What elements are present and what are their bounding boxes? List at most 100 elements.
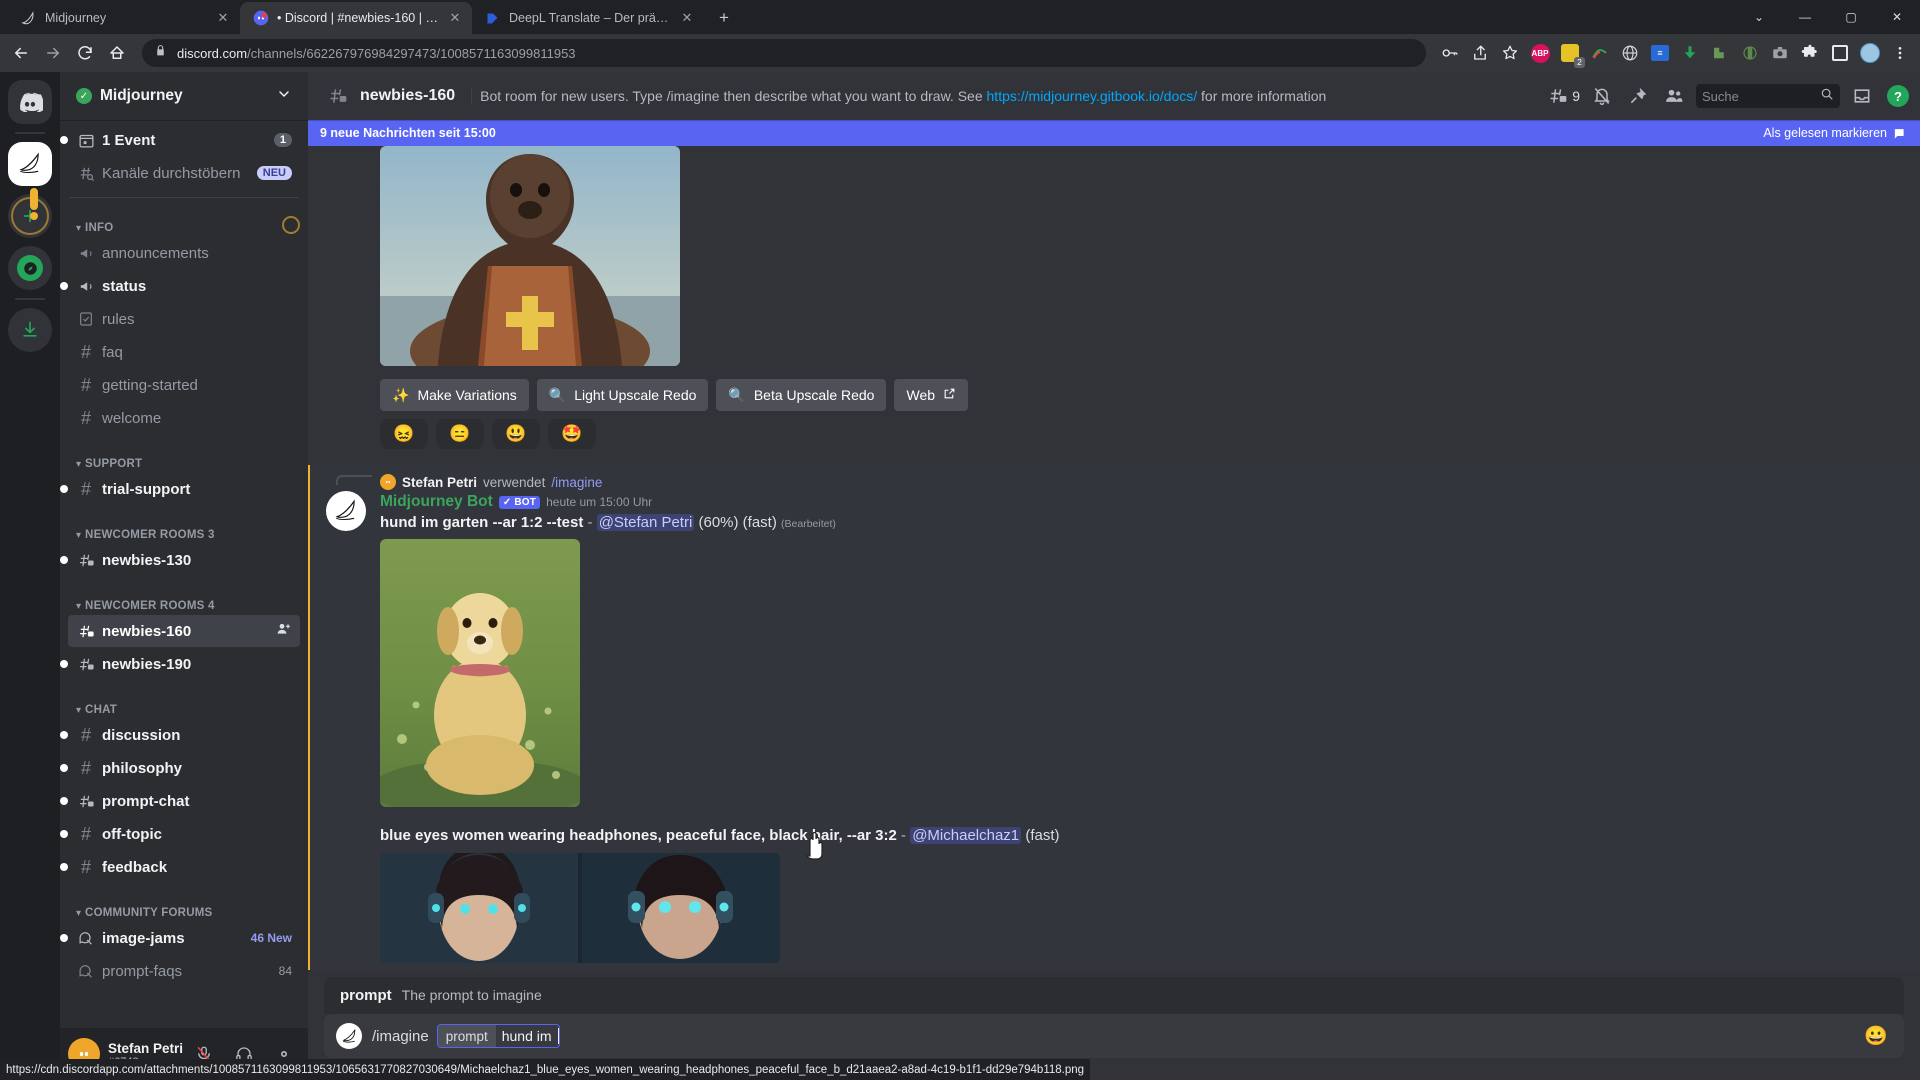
message-attachment[interactable] [380,146,680,366]
reaction-1[interactable]: 😑 [436,419,484,449]
close-icon[interactable]: ✕ [446,9,464,27]
sidebar-icon[interactable] [1826,39,1854,67]
sidebar-item-events[interactable]: 1 Event 1 [60,124,300,156]
mention[interactable]: @Michaelchaz1 [910,827,1022,845]
browser-tab-midjourney[interactable]: Midjourney ✕ [8,2,240,34]
notes-icon[interactable]: 2 [1556,39,1585,68]
pinned-messages-icon[interactable] [1624,82,1652,110]
reaction-0[interactable]: 😖 [380,419,428,449]
download-apps-button[interactable] [8,308,52,352]
command-argument[interactable]: prompt hund im [436,1024,560,1048]
chevron-down-icon[interactable] [276,86,292,107]
reference-command[interactable]: /imagine [551,475,602,490]
category-newcomer-rooms-4[interactable]: ▾ NEWCOMER ROOMS 4 [60,586,308,614]
mention[interactable]: @Stefan Petri [596,514,695,531]
download-green-icon[interactable] [1676,39,1704,67]
threads-icon[interactable]: 9 [1548,82,1580,110]
notifications-off-icon[interactable] [1588,82,1616,110]
member-list-icon[interactable] [1660,82,1688,110]
sidebar-item-prompt-chat[interactable]: prompt-chat [60,785,300,817]
puzzle-extensions-icon[interactable] [1796,39,1824,67]
close-icon[interactable]: ✕ [214,9,232,27]
bookmark-star-icon[interactable] [1496,39,1524,67]
close-icon[interactable]: ✕ [678,9,696,27]
sidebar-item-rules[interactable]: rules [68,303,300,335]
make-variations-button[interactable]: ✨ Make Variations [380,379,529,411]
dictionary-icon[interactable]: ≡ [1646,39,1674,67]
sidebar-item-discussion[interactable]: # discussion [60,719,300,751]
mark-as-read-button[interactable]: Als gelesen markieren [1763,126,1908,141]
message-attachment[interactable] [380,852,780,963]
sidebar-item-newbies-130[interactable]: newbies-130 [60,544,300,576]
category-chat[interactable]: ▾ CHAT [60,690,308,718]
light-upscale-redo-button[interactable]: 🔍 Light Upscale Redo [536,379,709,411]
sidebar-item-newbies-160[interactable]: newbies-160 [68,615,300,647]
web-button[interactable]: Web [894,379,969,411]
forward-icon[interactable] [38,38,68,68]
sidebar-item-announcements[interactable]: announcements [68,237,300,269]
share-icon[interactable] [1466,39,1494,67]
avatar[interactable] [326,491,366,531]
sidebar-item-prompt-faqs[interactable]: prompt-faqs 84 [68,955,300,987]
category-community-forums[interactable]: ▾ COMMUNITY FORUMS [60,893,308,921]
category-support[interactable]: ▾ SUPPORT [60,444,308,472]
sidebar-item-faq[interactable]: # faq [68,336,300,368]
search-input[interactable]: Suche [1696,84,1840,108]
screenshot-icon[interactable] [1766,39,1794,67]
adblock-icon[interactable]: ABP [1526,39,1554,67]
home-discord-button[interactable] [8,80,52,124]
category-newcomer-rooms-3[interactable]: ▾ NEWCOMER ROOMS 3 [60,515,308,543]
add-server-button[interactable] [8,188,52,238]
pocket-icon[interactable] [1706,39,1734,67]
message-input[interactable]: /imagine prompt hund im 😀 [324,1014,1904,1058]
help-icon[interactable]: ? [1884,82,1912,110]
minimize-icon[interactable]: — [1782,0,1828,34]
category-info[interactable]: ▾ INFO [60,208,308,236]
close-window-icon[interactable]: ✕ [1874,0,1920,34]
sidebar-item-browse-channels[interactable]: Kanäle durchstöbern NEU [68,157,300,189]
chrome-menu-icon[interactable] [1886,39,1914,67]
profile-avatar[interactable] [1856,39,1884,67]
sidebar-item-newbies-190[interactable]: newbies-190 [60,648,300,680]
category-label: NEWCOMER ROOMS 3 [85,529,215,541]
new-tab-button[interactable]: + [710,4,738,32]
reaction-2[interactable]: 😃 [492,419,540,449]
sidebar-item-getting-started[interactable]: # getting-started [68,369,300,401]
message-reference[interactable]: Stefan Petri verwendet /imagine [380,471,1872,493]
globe-icon[interactable] [1616,39,1644,67]
sidebar-item-philosophy[interactable]: # philosophy [60,752,300,784]
add-member-icon[interactable] [276,621,292,642]
colorpicker-icon[interactable] [1586,39,1614,67]
key-icon[interactable] [1436,39,1464,67]
topic-link[interactable]: https://midjourney.gitbook.io/docs/ [987,88,1198,104]
server-icon-midjourney[interactable] [8,142,52,186]
back-icon[interactable] [6,38,36,68]
explore-servers-button[interactable] [8,246,52,290]
button-label: Light Upscale Redo [574,387,697,403]
button-label: Web [906,387,936,403]
theme-icon[interactable] [1736,39,1764,67]
sidebar-item-status[interactable]: status [60,270,300,302]
beta-upscale-redo-button[interactable]: 🔍 Beta Upscale Redo [716,379,887,411]
emoji-picker-icon[interactable]: 😀 [1864,1024,1888,1048]
sidebar-item-off-topic[interactable]: # off-topic [60,818,300,850]
home-icon[interactable] [102,38,132,68]
sidebar-item-welcome[interactable]: # welcome [68,402,300,434]
browser-tab-deepl[interactable]: DeepL Translate – Der präziseste ✕ [472,2,704,34]
sidebar-item-label: off-topic [102,825,162,843]
browser-tab-discord[interactable]: • Discord | #newbies-160 | Midjo ✕ [240,2,472,34]
sidebar-item-trial-support[interactable]: # trial-support [60,473,300,505]
reaction-3[interactable]: 🤩 [548,419,596,449]
author-name[interactable]: Midjourney Bot [380,493,493,511]
server-header[interactable]: ✓ Midjourney [60,72,308,120]
message-list[interactable]: ✨ Make Variations 🔍 Light Upscale Redo 🔍… [308,146,1920,977]
sidebar-item-feedback[interactable]: # feedback [60,851,300,883]
maximize-icon[interactable]: ▢ [1828,0,1874,34]
sidebar-item-image-jams[interactable]: image-jams 46 New [60,922,300,954]
address-bar[interactable]: discord.com/channels/662267976984297473/… [142,39,1426,67]
channel-list[interactable]: 1 Event 1 Kanäle durchstöbern NEU ▾ INFO [60,120,308,1028]
inbox-icon[interactable] [1848,82,1876,110]
tab-search-chevron-down-icon[interactable]: ⌄ [1736,0,1782,34]
reload-icon[interactable] [70,38,100,68]
message-attachment[interactable] [380,539,580,808]
